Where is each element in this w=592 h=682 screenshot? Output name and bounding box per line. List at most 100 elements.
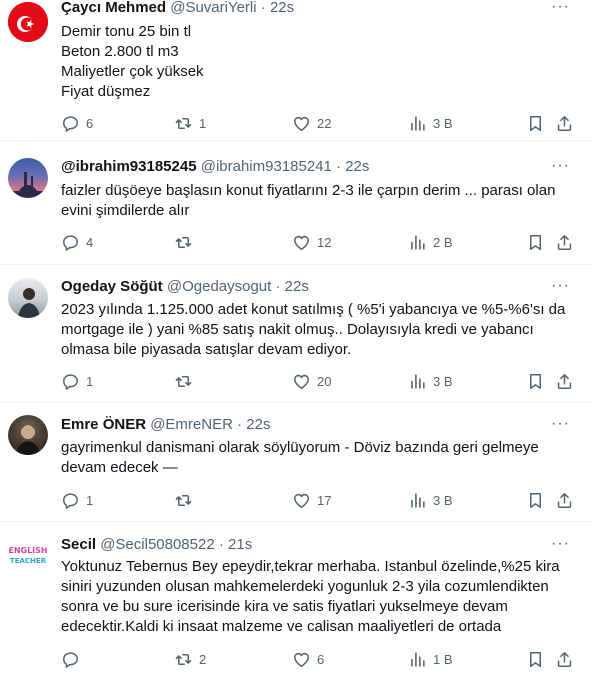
views-icon <box>408 650 427 669</box>
views-count: 3 B <box>433 115 453 131</box>
bookmark-icon <box>526 372 545 391</box>
tweet[interactable]: Çaycı Mehmed @SuvariYerli · 22s ··· Demi… <box>0 0 592 141</box>
share-button[interactable] <box>555 490 574 510</box>
tweet-header: Ogeday Söğüt @Ogedaysogut · 22s <box>61 277 309 297</box>
timestamp[interactable]: 22s <box>345 158 369 175</box>
tweet[interactable]: @ibrahim93185245 @ibrahim93185241 · 22s … <box>0 141 592 265</box>
reply-button[interactable]: 1 <box>61 490 93 510</box>
like-button[interactable]: 6 <box>292 649 324 669</box>
display-name[interactable]: @ibrahim93185245 <box>61 158 197 175</box>
display-name[interactable]: Ogeday Söğüt <box>61 278 163 295</box>
timestamp[interactable]: 22s <box>285 278 309 295</box>
views-count: 2 B <box>433 234 453 250</box>
tweet-text-line: Beton 2.800 tl m3 <box>61 43 179 60</box>
bookmark-button[interactable] <box>526 490 545 510</box>
like-button[interactable]: 17 <box>292 490 331 510</box>
like-icon <box>292 114 311 133</box>
tweet-text: faizler düşöeye başlasın konut fiyatları… <box>61 181 581 221</box>
like-button[interactable]: 20 <box>292 371 331 391</box>
views-count: 1 B <box>433 651 453 667</box>
user-handle[interactable]: @ibrahim93185241 <box>201 158 332 175</box>
tweet-actions: 4 12 2 B <box>61 232 581 252</box>
reply-button[interactable]: 4 <box>61 232 93 252</box>
turkey-flag-icon <box>8 2 48 42</box>
retweet-button[interactable]: 1 <box>174 113 206 133</box>
like-button[interactable]: 22 <box>292 113 331 133</box>
share-button[interactable] <box>555 371 574 391</box>
retweet-count: 2 <box>199 651 207 667</box>
avatar[interactable] <box>8 158 48 198</box>
more-icon[interactable]: ··· <box>551 415 570 433</box>
views-button[interactable]: 2 B <box>408 232 453 252</box>
avatar[interactable] <box>8 2 48 42</box>
tweet-text: Yoktunuz Tebernus Bey epeydir,tekrar mer… <box>61 557 581 637</box>
share-icon <box>555 650 574 669</box>
tweet-header: @ibrahim93185245 @ibrahim93185241 · 22s <box>61 157 369 177</box>
tweet-text-line: Yoktunuz Tebernus Bey epeydir,tekrar mer… <box>61 558 560 575</box>
user-handle[interactable]: @SuvariYerli <box>170 0 256 16</box>
timestamp[interactable]: 21s <box>228 536 252 553</box>
english-teacher-logo: ENGLISH TEACHER <box>8 546 47 565</box>
share-button[interactable] <box>555 113 574 133</box>
retweet-button[interactable] <box>174 232 199 252</box>
more-icon[interactable]: ··· <box>551 0 570 16</box>
display-name[interactable]: Çaycı Mehmed <box>61 0 166 16</box>
share-icon <box>555 372 574 391</box>
retweet-count: 1 <box>199 115 207 131</box>
avatar[interactable] <box>8 415 48 455</box>
more-icon[interactable]: ··· <box>551 277 570 295</box>
more-icon[interactable]: ··· <box>551 535 570 553</box>
avatar[interactable]: ENGLISH TEACHER <box>8 536 48 576</box>
more-icon[interactable]: ··· <box>551 157 570 175</box>
tweet[interactable]: Emre ÖNER @EmreNER · 22s ··· gayrimenkul… <box>0 403 592 522</box>
tweet-actions: 6 1 22 3 B <box>61 113 581 133</box>
tweet[interactable]: ENGLISH TEACHER Secil @Secil50808522 · 2… <box>0 522 592 682</box>
tweet[interactable]: Ogeday Söğüt @Ogedaysogut · 22s ··· 2023… <box>0 265 592 403</box>
tweet-header: Çaycı Mehmed @SuvariYerli · 22s <box>61 0 294 18</box>
reply-button[interactable] <box>61 649 86 669</box>
user-handle[interactable]: @EmreNER <box>150 416 233 433</box>
tweet-text-line: mortgage ile ) yani %85 satış nakit olmu… <box>61 321 534 338</box>
reply-button[interactable]: 1 <box>61 371 93 391</box>
separator-dot: · <box>237 416 243 433</box>
bookmark-button[interactable] <box>526 649 545 669</box>
user-handle[interactable]: @Secil50808522 <box>100 536 214 553</box>
like-button[interactable]: 12 <box>292 232 331 252</box>
tweet-header: Secil @Secil50808522 · 21s <box>61 535 252 555</box>
timestamp[interactable]: 22s <box>270 0 294 16</box>
timestamp[interactable]: 22s <box>246 416 270 433</box>
tweet-header: Emre ÖNER @EmreNER · 22s <box>61 415 270 435</box>
like-count: 22 <box>317 115 332 131</box>
views-icon <box>408 372 427 391</box>
views-button[interactable]: 1 B <box>408 649 453 669</box>
share-button[interactable] <box>555 649 574 669</box>
views-button[interactable]: 3 B <box>408 113 453 133</box>
tweet-text-line: olmasa bile piyasada satışlar devam ediy… <box>61 341 352 358</box>
views-icon <box>408 491 427 510</box>
bookmark-button[interactable] <box>526 371 545 391</box>
reply-button[interactable]: 6 <box>61 113 93 133</box>
person-photo-icon <box>18 288 40 318</box>
separator-dot: · <box>336 158 342 175</box>
retweet-button[interactable] <box>174 490 199 510</box>
bookmark-button[interactable] <box>526 232 545 252</box>
user-handle[interactable]: @Ogedaysogut <box>167 278 271 295</box>
like-count: 12 <box>317 234 332 250</box>
avatar[interactable] <box>8 278 48 318</box>
bookmark-icon <box>526 233 545 252</box>
share-button[interactable] <box>555 232 574 252</box>
display-name[interactable]: Emre ÖNER <box>61 416 146 433</box>
tweet-text-line: gayrimenkul danismani olarak söylüyorum … <box>61 439 539 456</box>
display-name[interactable]: Secil <box>61 536 96 553</box>
retweet-button[interactable]: 2 <box>174 649 206 669</box>
views-button[interactable]: 3 B <box>408 490 453 510</box>
mosque-silhouette-icon <box>8 172 48 198</box>
bookmark-button[interactable] <box>526 113 545 133</box>
tweet-actions: 1 20 3 B <box>61 371 581 391</box>
views-button[interactable]: 3 B <box>408 371 453 391</box>
reply-icon <box>61 372 80 391</box>
tweet-text-line: devam edecek — <box>61 459 178 476</box>
retweet-button[interactable] <box>174 371 199 391</box>
reply-count: 1 <box>86 492 94 508</box>
reply-count: 1 <box>86 373 94 389</box>
